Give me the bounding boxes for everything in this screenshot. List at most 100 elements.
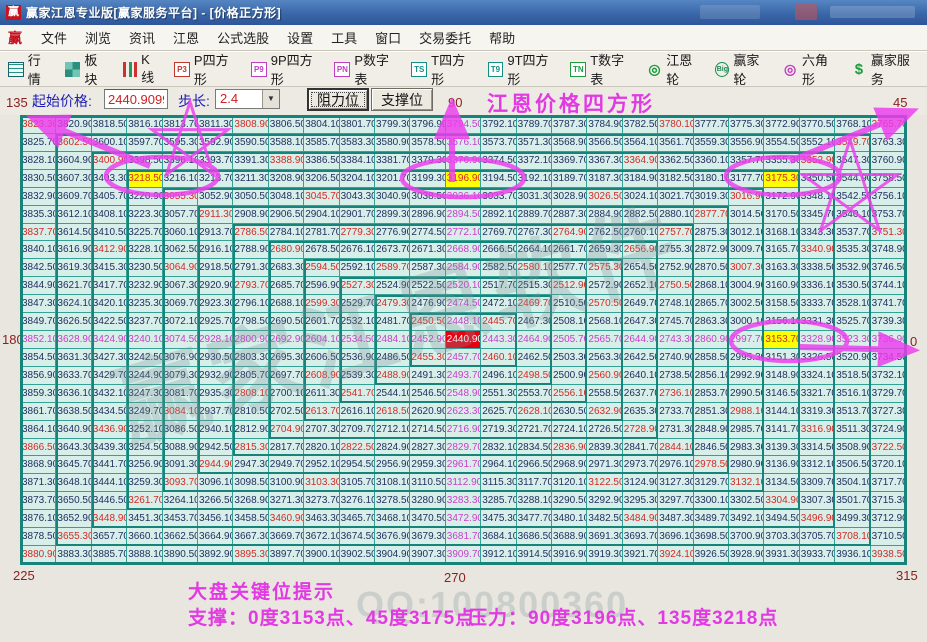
grid-cell[interactable]: 3072.10	[163, 313, 198, 331]
grid-cell[interactable]: 2779.30	[340, 224, 375, 242]
grid-cell[interactable]: 3655.30	[56, 528, 91, 546]
grid-cell[interactable]: 3724.90	[871, 421, 906, 439]
grid-cell[interactable]: 2503.30	[552, 349, 587, 367]
grid-cell[interactable]: 3016.90	[729, 188, 764, 206]
grid-cell[interactable]: 3794.50	[446, 116, 481, 134]
grid-cell[interactable]: 2968.90	[552, 456, 587, 474]
grid-cell[interactable]: 3204.10	[340, 170, 375, 188]
grid-cell[interactable]: 2731.30	[658, 421, 693, 439]
grid-cell[interactable]: 3626.50	[56, 313, 91, 331]
grid-cell[interactable]: 2467.30	[517, 313, 552, 331]
grid-cell[interactable]: 2877.70	[694, 206, 729, 224]
grid-cell[interactable]: 3513.70	[835, 403, 870, 421]
grid-cell[interactable]: 2743.30	[658, 331, 693, 349]
grid-cell[interactable]: 2973.70	[623, 456, 658, 474]
grid-cell[interactable]: 3124.90	[623, 474, 658, 492]
grid-cell[interactable]: 3252.10	[127, 421, 162, 439]
grid-cell[interactable]: 2445.70	[481, 313, 516, 331]
grid-cell[interactable]: 3811.30	[198, 116, 233, 134]
grid-cell[interactable]: 3086.50	[163, 421, 198, 439]
grid-cell[interactable]: 2858.50	[694, 349, 729, 367]
grid-cell[interactable]: 2592.10	[340, 259, 375, 277]
grid-cell[interactable]: 3316.90	[800, 421, 835, 439]
grid-cell[interactable]: 3907.30	[410, 546, 445, 564]
grid-cell[interactable]: 2508.10	[552, 313, 587, 331]
grid-cell[interactable]: 2529.70	[340, 295, 375, 313]
grid-cell[interactable]: 3852.10	[21, 331, 56, 349]
support-button[interactable]: 支撑位	[371, 88, 433, 111]
grid-cell[interactable]: 3480.10	[552, 510, 587, 528]
grid-cell[interactable]: 2726.50	[587, 421, 622, 439]
grid-cell[interactable]: 3645.70	[56, 456, 91, 474]
grid-cell[interactable]: 2690.50	[269, 313, 304, 331]
grid-cell[interactable]: 3324.10	[800, 367, 835, 385]
grid-cell[interactable]: 3657.70	[92, 528, 127, 546]
chevron-down-icon[interactable]: ▼	[262, 90, 279, 108]
grid-cell[interactable]: 2817.70	[269, 439, 304, 457]
grid-cell[interactable]: 2479.30	[375, 295, 410, 313]
grid-cell[interactable]: 2940.10	[198, 421, 233, 439]
grid-cell[interactable]: 3549.70	[835, 134, 870, 152]
grid-cell[interactable]: 2812.90	[233, 421, 268, 439]
grid-cell[interactable]: 2762.50	[587, 224, 622, 242]
grid-cell[interactable]: 2491.30	[410, 367, 445, 385]
grid-cell[interactable]: 3588.10	[269, 134, 304, 152]
grid-cell[interactable]: 3088.90	[163, 439, 198, 457]
grid-cell[interactable]: 3384.10	[340, 152, 375, 170]
grid-cell[interactable]: 2906.50	[269, 206, 304, 224]
grid-cell[interactable]: 3194.50	[481, 170, 516, 188]
grid-cell[interactable]: 3532.90	[835, 259, 870, 277]
grid-cell[interactable]: 3333.70	[800, 295, 835, 313]
grid-cell[interactable]: 2923.30	[198, 295, 233, 313]
grid-cell[interactable]: 3009.70	[729, 241, 764, 259]
toolbar-item[interactable]: Big赢家轮	[715, 50, 769, 88]
grid-cell[interactable]: 2443.30	[481, 331, 516, 349]
grid-cell[interactable]: 3854.50	[21, 349, 56, 367]
grid-cell[interactable]: 2774.50	[410, 224, 445, 242]
grid-cell[interactable]: 2551.30	[481, 385, 516, 403]
grid-cell[interactable]: 3796.90	[410, 116, 445, 134]
grid-cell[interactable]: 3547.30	[835, 152, 870, 170]
grid-cell[interactable]: 2988.10	[729, 403, 764, 421]
grid-cell[interactable]: 3600.10	[92, 134, 127, 152]
menu-item-1[interactable]: 浏览	[76, 26, 120, 49]
grid-cell[interactable]: 2642.50	[623, 349, 658, 367]
grid-cell[interactable]: 3566.50	[587, 134, 622, 152]
grid-cell[interactable]: 2464.90	[517, 331, 552, 349]
grid-cell[interactable]: 2959.30	[410, 456, 445, 474]
grid-cell[interactable]: 3201.70	[375, 170, 410, 188]
grid-cell[interactable]: 3340.90	[800, 241, 835, 259]
grid-cell[interactable]: 3592.90	[198, 134, 233, 152]
grid-cell[interactable]: 3765.70	[871, 116, 906, 134]
grid-cell[interactable]: 3744.10	[871, 277, 906, 295]
grid-cell[interactable]: 3122.50	[587, 474, 622, 492]
grid-cell[interactable]: 2738.50	[658, 367, 693, 385]
grid-cell[interactable]: 3160.90	[764, 277, 799, 295]
grid-cell[interactable]: 3712.90	[871, 510, 906, 528]
grid-cell[interactable]: 2721.70	[517, 421, 552, 439]
toolbar-item[interactable]: 板块	[65, 50, 109, 88]
grid-cell[interactable]: 3895.30	[233, 546, 268, 564]
grid-cell[interactable]: 3408.10	[92, 206, 127, 224]
grid-cell[interactable]: 3931.30	[764, 546, 799, 564]
grid-cell[interactable]: 3132.10	[729, 474, 764, 492]
grid-cell[interactable]: 3710.50	[871, 528, 906, 546]
grid-cell[interactable]: 3597.70	[127, 134, 162, 152]
grid-cell[interactable]: 3482.50	[587, 510, 622, 528]
grid-cell[interactable]: 3698.50	[694, 528, 729, 546]
grid-cell[interactable]: 3775.30	[729, 116, 764, 134]
grid-cell[interactable]: 2704.90	[269, 421, 304, 439]
grid-cell[interactable]: 2448.10	[446, 313, 481, 331]
grid-cell[interactable]: 2496.10	[481, 367, 516, 385]
grid-cell[interactable]: 2755.30	[658, 241, 693, 259]
grid-cell[interactable]: 3151.30	[764, 349, 799, 367]
grid-cell[interactable]: 2563.30	[587, 349, 622, 367]
grid-cell[interactable]: 3511.30	[835, 421, 870, 439]
grid-cell[interactable]: 3362.50	[658, 152, 693, 170]
grid-cell[interactable]: 2565.70	[587, 331, 622, 349]
grid-cell[interactable]: 2527.30	[340, 277, 375, 295]
grid-cell[interactable]: 3583.30	[340, 134, 375, 152]
grid-cell[interactable]: 3276.10	[340, 492, 375, 510]
grid-cell[interactable]: 2481.70	[375, 313, 410, 331]
grid-cell[interactable]: 3424.90	[92, 331, 127, 349]
